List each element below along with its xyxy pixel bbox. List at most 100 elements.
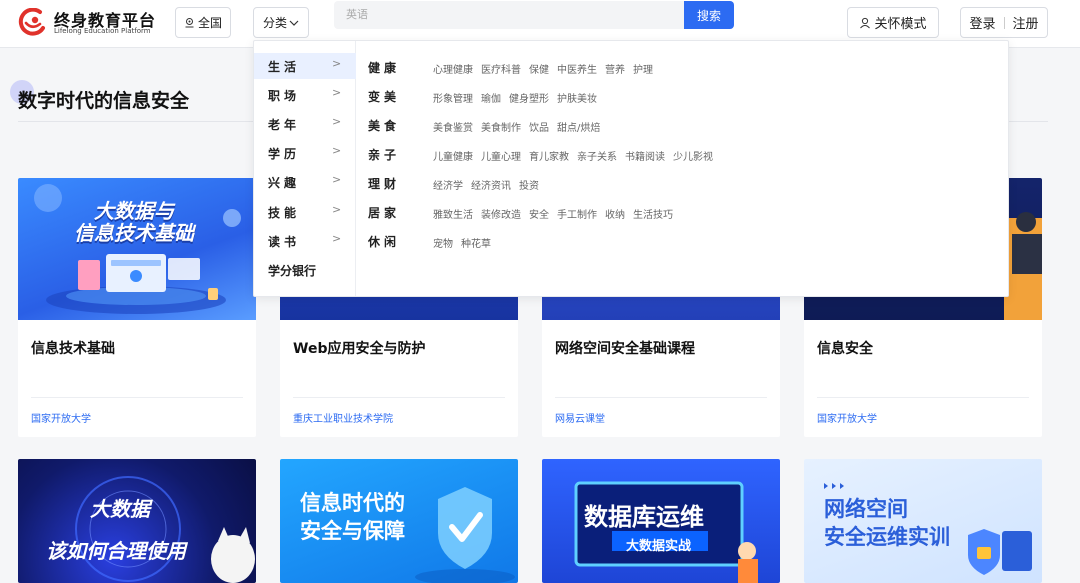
dropdown-item-label: 职场 xyxy=(268,89,301,103)
dropdown-item-label: 技能 xyxy=(268,206,301,220)
subcategory-title[interactable]: 健康 xyxy=(368,59,400,76)
thumbnail-banner-text: 大数据与 信息技术基础 xyxy=(74,200,194,244)
tag-link[interactable]: 心理健康 xyxy=(433,65,473,76)
course-title[interactable]: 信息安全 xyxy=(817,338,873,358)
category-button[interactable]: 分类 xyxy=(253,7,309,38)
tag-link[interactable]: 少儿影视 xyxy=(673,152,713,163)
dropdown-item-credit-bank[interactable]: 学分银行 xyxy=(254,257,356,283)
subcategory-title[interactable]: 变美 xyxy=(368,88,400,105)
region-label: 全国 xyxy=(197,16,222,30)
logo-mark-icon xyxy=(18,8,45,36)
card-divider xyxy=(293,397,505,398)
tag-link[interactable]: 书籍阅读 xyxy=(625,152,665,163)
tag-link[interactable]: 经济学 xyxy=(433,181,463,192)
course-card[interactable]: 大数据 该如何合理使用 xyxy=(18,459,256,583)
tag-link[interactable]: 瑜伽 xyxy=(481,94,501,105)
course-card[interactable]: 大数据与 信息技术基础 信息技术基础 国家开放大学 xyxy=(18,178,256,437)
tag-link[interactable]: 营养 xyxy=(605,65,625,76)
course-source[interactable]: 重庆工业职业技术学院 xyxy=(293,410,393,425)
site-logo[interactable]: 终身教育平台 Lifelong Education Platform xyxy=(18,6,168,40)
tag-link[interactable]: 儿童健康 xyxy=(433,152,473,163)
subcategory-title[interactable]: 理财 xyxy=(368,175,400,192)
tag-link[interactable]: 中医养生 xyxy=(557,65,597,76)
tag-link[interactable]: 护理 xyxy=(633,65,653,76)
dropdown-item-label: 读书 xyxy=(268,235,301,249)
course-title[interactable]: 网络空间安全基础课程 xyxy=(555,338,695,358)
tag-link[interactable]: 生活技巧 xyxy=(633,210,673,221)
thumbnail-banner-line-2: 安全运维实训 xyxy=(824,525,950,549)
chevron-right-icon: > xyxy=(332,115,342,128)
subcategory-tags: 儿童健康 儿童心理 育儿家教 亲子关系 书籍阅读 少儿影视 xyxy=(433,148,721,163)
auth-buttons: 登录 注册 xyxy=(960,7,1048,38)
subcategory-tags: 雅致生活 装修改造 安全 手工制作 收纳 生活技巧 xyxy=(433,206,681,221)
subcategory-title[interactable]: 休闲 xyxy=(368,233,400,250)
tag-link[interactable]: 种花草 xyxy=(461,239,491,250)
chevron-right-icon: > xyxy=(332,232,342,245)
course-source[interactable]: 网易云课堂 xyxy=(555,410,605,425)
thumbnail-banner-line-2: 安全与保障 xyxy=(300,519,405,543)
dropdown-item-label: 生活 xyxy=(268,60,301,74)
tag-link[interactable]: 收纳 xyxy=(605,210,625,221)
dropdown-item-label: 学分银行 xyxy=(268,264,317,278)
course-thumbnail: 网络空间 安全运维实训 xyxy=(804,459,1042,583)
subcategory-tags: 美食鉴赏 美食制作 饮品 甜点/烘焙 xyxy=(433,119,608,134)
tag-link[interactable]: 甜点/烘焙 xyxy=(557,123,600,134)
register-link[interactable]: 注册 xyxy=(1013,13,1039,32)
thumbnail-banner-line-1: 数据库运维 xyxy=(584,503,704,531)
course-title[interactable]: Web应用安全与防护 xyxy=(293,338,425,358)
tag-link[interactable]: 医疗科普 xyxy=(481,65,521,76)
dropdown-item-interest[interactable]: 兴趣 > xyxy=(254,169,356,195)
course-thumbnail: 大数据 该如何合理使用 xyxy=(18,459,256,583)
dropdown-item-degree[interactable]: 学历 > xyxy=(254,140,356,166)
tag-link[interactable]: 宠物 xyxy=(433,239,453,250)
region-selector-button[interactable]: 全国 xyxy=(175,7,231,38)
tag-link[interactable]: 亲子关系 xyxy=(577,152,617,163)
chevron-right-icon: > xyxy=(332,57,342,70)
dropdown-item-senior[interactable]: 老年 > xyxy=(254,111,356,137)
tag-link[interactable]: 育儿家教 xyxy=(529,152,569,163)
course-card[interactable]: 数据库运维 大数据实战 xyxy=(542,459,780,583)
course-source[interactable]: 国家开放大学 xyxy=(817,410,877,425)
course-title[interactable]: 信息技术基础 xyxy=(31,338,115,358)
login-link[interactable]: 登录 xyxy=(969,13,995,32)
tag-link[interactable]: 护肤美妆 xyxy=(557,94,597,105)
section-title: 数字时代的信息安全 xyxy=(18,90,190,112)
tag-link[interactable]: 儿童心理 xyxy=(481,152,521,163)
dropdown-item-life[interactable]: 生活 > xyxy=(254,53,356,79)
subcategory-title[interactable]: 居家 xyxy=(368,204,400,221)
course-source[interactable]: 国家开放大学 xyxy=(31,410,91,425)
course-card[interactable]: 网络空间 安全运维实训 xyxy=(804,459,1042,583)
tag-link[interactable]: 保健 xyxy=(529,65,549,76)
course-thumbnail: 大数据与 信息技术基础 xyxy=(18,178,256,320)
chevron-right-icon: > xyxy=(332,203,342,216)
search-button[interactable]: 搜索 xyxy=(684,1,734,29)
tag-link[interactable]: 装修改造 xyxy=(481,210,521,221)
tag-link[interactable]: 经济资讯 xyxy=(471,181,511,192)
care-mode-button[interactable]: 关怀模式 xyxy=(847,7,939,38)
course-thumbnail: 信息时代的 安全与保障 xyxy=(280,459,518,583)
category-dropdown: 生活 > 职场 > 老年 > 学历 > 兴趣 > 技能 > 读书 > 学分银行 xyxy=(253,40,1009,297)
chevron-right-icon: > xyxy=(332,144,342,157)
course-card[interactable]: 信息时代的 安全与保障 xyxy=(280,459,518,583)
tag-link[interactable]: 形象管理 xyxy=(433,94,473,105)
tag-link[interactable]: 手工制作 xyxy=(557,210,597,221)
dropdown-item-career[interactable]: 职场 > xyxy=(254,82,356,108)
tag-link[interactable]: 饮品 xyxy=(529,123,549,134)
tag-link[interactable]: 安全 xyxy=(529,210,549,221)
care-mode-label: 关怀模式 xyxy=(874,17,927,32)
dropdown-item-label: 老年 xyxy=(268,118,301,132)
tag-link[interactable]: 健身塑形 xyxy=(509,94,549,105)
dropdown-item-reading[interactable]: 读书 > xyxy=(254,228,356,254)
chevron-right-icon: > xyxy=(332,173,342,186)
tag-link[interactable]: 投资 xyxy=(519,181,539,192)
subcategory-title[interactable]: 亲子 xyxy=(368,146,400,163)
tag-link[interactable]: 美食制作 xyxy=(481,123,521,134)
dropdown-item-skills[interactable]: 技能 > xyxy=(254,199,356,225)
subcategory-title[interactable]: 美食 xyxy=(368,117,400,134)
course-thumbnail: 数据库运维 大数据实战 xyxy=(542,459,780,583)
search-input[interactable]: 英语 xyxy=(334,1,684,29)
chevron-down-icon xyxy=(289,20,299,26)
dropdown-item-label: 学历 xyxy=(268,147,301,161)
tag-link[interactable]: 美食鉴赏 xyxy=(433,123,473,134)
tag-link[interactable]: 雅致生活 xyxy=(433,210,473,221)
